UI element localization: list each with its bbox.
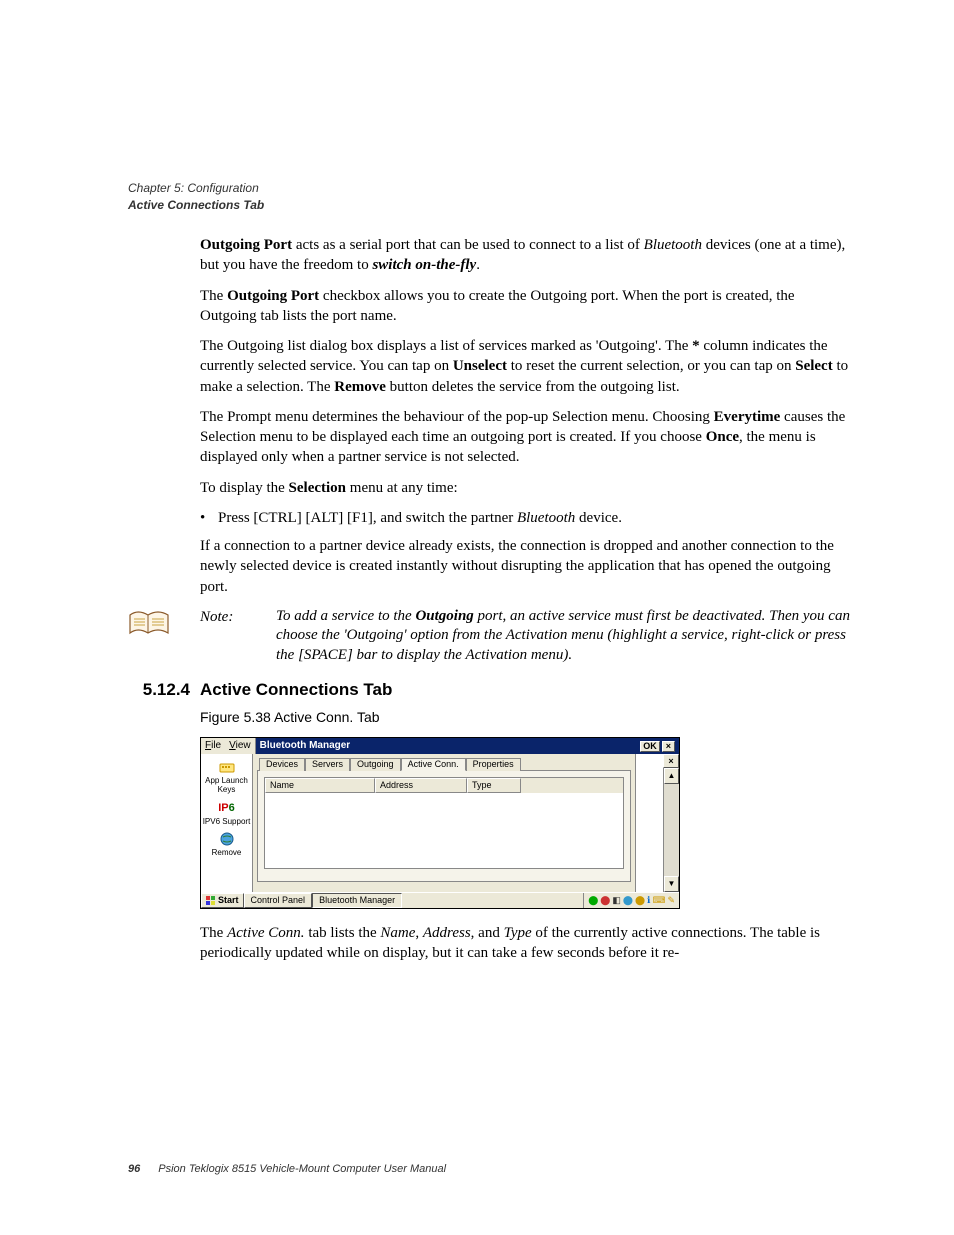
paragraph: The Outgoing Port checkbox allows you to… [200, 286, 854, 327]
tab-body: Name Address Type [257, 770, 631, 882]
running-header: Chapter 5: Configuration Active Connecti… [128, 180, 264, 214]
task-control-panel[interactable]: Control Panel [244, 893, 313, 908]
menu-bar: File View [201, 738, 256, 754]
term: * [692, 338, 700, 354]
term: Unselect [453, 358, 507, 374]
col-address[interactable]: Address [375, 778, 467, 793]
control-panel-right: × ▲ ▼ [635, 754, 679, 892]
term: Select [795, 358, 832, 374]
footer-text: Psion Teklogix 8515 Vehicle-Mount Comput… [158, 1163, 446, 1175]
col-type[interactable]: Type [467, 778, 521, 793]
note-text: To add a service to the Outgoing port, a… [276, 607, 854, 666]
close-button[interactable]: × [662, 741, 675, 752]
term: Remove [334, 379, 386, 395]
tab-strip: Devices Servers Outgoing Active Conn. Pr… [253, 754, 635, 770]
dialog-client-area: Devices Servers Outgoing Active Conn. Pr… [253, 754, 635, 892]
title-bar: Bluetooth Manager OK × [256, 738, 679, 754]
term: Everytime [714, 409, 781, 425]
chapter-line: Chapter 5: Configuration [128, 180, 264, 197]
term: Outgoing [415, 608, 473, 624]
term: Selection [289, 480, 347, 496]
tray-icon[interactable]: ⌨ [652, 896, 665, 905]
figure-caption: Figure 5.38 Active Conn. Tab [200, 708, 854, 727]
italic: Bluetooth [644, 237, 702, 253]
start-button[interactable]: Start [201, 893, 244, 908]
page-footer: 96 Psion Teklogix 8515 Vehicle-Mount Com… [128, 1163, 446, 1175]
list-header: Name Address Type [265, 778, 623, 793]
term: Outgoing Port [200, 237, 292, 253]
ipv6-icon: IP6 [218, 799, 236, 817]
bullet-list: • Press [CTRL] [ALT] [F1], and switch th… [200, 508, 854, 528]
tab-properties[interactable]: Properties [466, 758, 521, 771]
tray-icon[interactable]: ⬤ [600, 896, 610, 905]
bold-italic: switch on-the-fly [372, 257, 476, 273]
tray-icon[interactable]: ◧ [612, 896, 621, 905]
tray-icon[interactable]: ⬤ [588, 896, 598, 905]
scroll-down-button[interactable]: ▼ [664, 876, 679, 892]
paragraph: To display the Selection menu at any tim… [200, 478, 854, 498]
col-name[interactable]: Name [265, 778, 375, 793]
note-block: Note: To add a service to the Outgoing p… [128, 607, 854, 666]
scroll-up-button[interactable]: ▲ [664, 768, 679, 784]
paragraph: The Outgoing list dialog box displays a … [200, 336, 854, 397]
sidebar-item-app-launch[interactable]: App Launch Keys [201, 758, 252, 795]
paragraph: If a connection to a partner device alre… [200, 536, 854, 597]
section-heading: 5.12.4 Active Connections Tab [128, 679, 854, 702]
note-label: Note: [200, 607, 276, 666]
keyboard-icon [218, 758, 236, 776]
italic: Bluetooth [517, 510, 575, 526]
paragraph: The Active Conn. tab lists the Name, Add… [200, 923, 854, 964]
paragraph: The Prompt menu determines the behaviour… [200, 407, 854, 468]
tab-devices[interactable]: Devices [259, 758, 305, 771]
italic: Type [504, 925, 532, 941]
connection-list[interactable]: Name Address Type [264, 777, 624, 869]
taskbar: Start Control Panel Bluetooth Manager ⬤ … [201, 892, 679, 908]
screenshot-window: File View Bluetooth Manager OK × App Lau… [200, 737, 680, 909]
task-bluetooth-manager[interactable]: Bluetooth Manager [312, 893, 402, 908]
bullet-item: Press [CTRL] [ALT] [F1], and switch the … [218, 508, 854, 528]
globe-icon [218, 830, 236, 848]
menu-view[interactable]: View [229, 741, 251, 751]
tray-icon[interactable]: ⬤ [623, 896, 633, 905]
tray-icon[interactable]: ✎ [667, 896, 675, 905]
sidebar-item-remove[interactable]: Remove [201, 830, 252, 858]
body-content: Outgoing Port acts as a serial port that… [200, 235, 854, 964]
scroll-track[interactable] [664, 784, 679, 876]
tab-active-conn[interactable]: Active Conn. [401, 758, 466, 771]
term: Outgoing Port [227, 288, 319, 304]
menu-file[interactable]: File [205, 741, 221, 751]
ok-button[interactable]: OK [640, 741, 660, 752]
term: Once [706, 429, 739, 445]
sidebar-item-ipv6[interactable]: IP6 IPV6 Support [201, 799, 252, 827]
tray-icon[interactable]: ℹ [647, 896, 650, 905]
book-icon [128, 609, 170, 639]
section-title: Active Connections Tab [200, 679, 392, 702]
bullet-marker: • [200, 508, 218, 528]
panel-close-button[interactable]: × [663, 754, 679, 768]
italic: Address [423, 925, 471, 941]
window-title: Bluetooth Manager [260, 741, 351, 751]
italic: Name [380, 925, 415, 941]
tab-outgoing[interactable]: Outgoing [350, 758, 401, 771]
control-panel-sidebar: App Launch Keys IP6 IPV6 Support Remove [201, 754, 253, 892]
page-number: 96 [128, 1163, 140, 1175]
section-line: Active Connections Tab [128, 197, 264, 214]
paragraph: Outgoing Port acts as a serial port that… [200, 235, 854, 276]
windows-icon [206, 896, 216, 906]
system-tray: ⬤ ⬤ ◧ ⬤ ⬤ ℹ ⌨ ✎ [583, 893, 679, 908]
italic: Active Conn. [227, 925, 304, 941]
tray-icon[interactable]: ⬤ [635, 896, 645, 905]
tab-servers[interactable]: Servers [305, 758, 350, 771]
section-number: 5.12.4 [128, 679, 200, 702]
